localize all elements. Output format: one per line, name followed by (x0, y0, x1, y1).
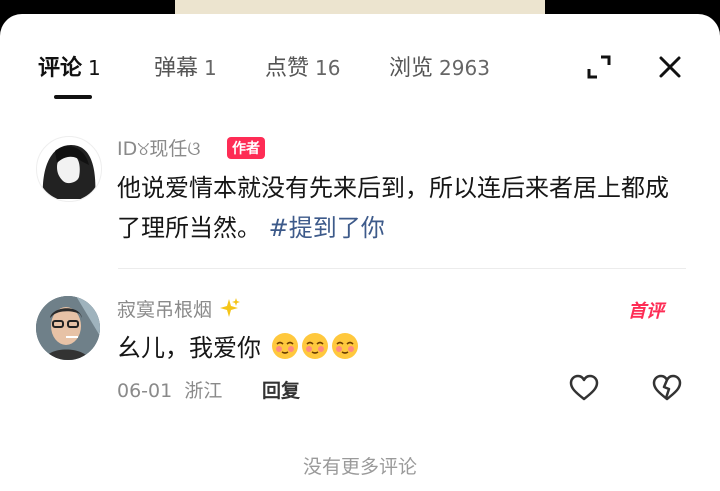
comment-meta: 06-01 浙江 (117, 376, 222, 403)
active-tab-indicator (54, 95, 92, 99)
blush-emoji-icon (301, 333, 328, 359)
tab-views[interactable]: 浏览 2963 (389, 50, 490, 82)
comment-sheet: 评论 1 弹幕 1 点赞 16 浏览 2963 ID୪现任ଓ 作者 他说爱情本就… (0, 14, 720, 491)
comment-date: 06-01 (117, 380, 173, 402)
comment-username[interactable]: ID୪现任ଓ (117, 134, 201, 161)
expand-icon[interactable] (586, 54, 612, 80)
close-icon[interactable] (657, 54, 683, 80)
blush-emoji-icon (331, 333, 358, 359)
comment-text: 他说爱情本就没有先来后到，所以连后来者居上都成了理所当然。 #提到了你 (117, 174, 669, 242)
sparkles-icon (220, 298, 241, 317)
dislike-icon[interactable] (652, 374, 682, 402)
divider (118, 268, 686, 269)
heart-icon[interactable] (569, 374, 599, 402)
first-comment-badge: 首评 (628, 301, 664, 322)
comment-text: 幺儿，我爱你 (117, 328, 687, 368)
author-badge: 作者 (227, 137, 265, 159)
hashtag-link[interactable]: #提到了你 (269, 214, 385, 242)
reply-button[interactable]: 回复 (262, 376, 300, 403)
blush-emoji-icon (271, 333, 298, 359)
video-preview-strip (175, 0, 545, 14)
no-more-comments: 没有更多评论 (302, 456, 417, 478)
comment-username[interactable]: 寂寞吊根烟 (117, 295, 241, 322)
tab-comments[interactable]: 评论 1 (38, 50, 101, 82)
comment-location: 浙江 (184, 380, 223, 402)
tab-bar: 评论 1 弹幕 1 点赞 16 浏览 2963 (0, 14, 720, 102)
avatar[interactable] (36, 296, 100, 360)
tab-likes[interactable]: 点赞 16 (265, 50, 340, 82)
tab-danmaku[interactable]: 弹幕 1 (154, 50, 217, 82)
avatar[interactable] (36, 136, 102, 202)
